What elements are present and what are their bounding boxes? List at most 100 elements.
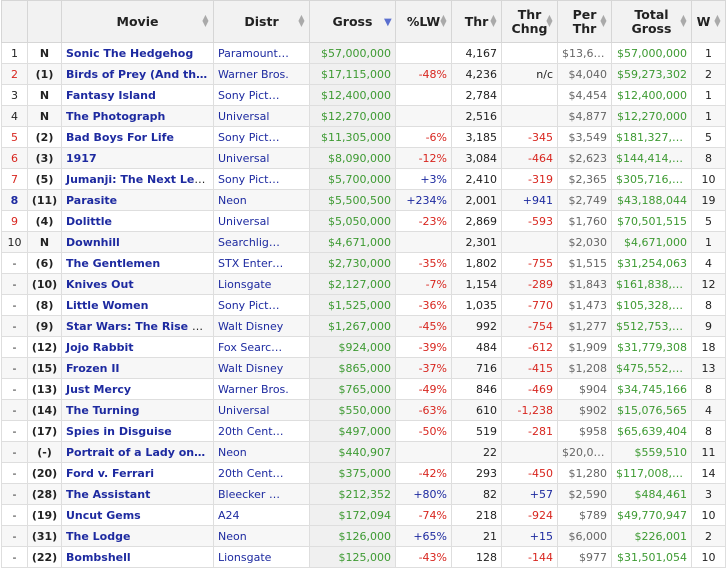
theaters-cell: 846 [451,378,502,400]
distributor-cell[interactable]: Universal [213,399,310,421]
movie-link[interactable]: Frozen II [66,362,120,375]
movie-link[interactable]: The Lodge [66,530,130,543]
movie-link[interactable]: The Gentlemen [66,257,160,270]
movie-link[interactable]: Bad Boys For Life [66,131,174,144]
movie-link[interactable]: Jojo Rabbit [66,341,133,354]
distributor-cell[interactable]: Sony Pict… [213,294,310,316]
distributor-cell[interactable]: 20th Cent… [213,420,310,442]
distributor-cell[interactable]: Neon [213,441,310,463]
distributor-cell[interactable]: Sony Pict… [213,84,310,106]
distributor-cell[interactable]: Walt Disney [213,315,310,337]
movie-cell: Star Wars: The Rise o… [61,315,214,337]
movie-header[interactable]: Movie ▲ ▼ [61,0,214,43]
lw-change-cell: -36% [395,294,452,316]
lw-change-cell: -45% [395,315,452,337]
theater-change-cell [501,84,558,106]
distributor-cell[interactable]: Warner Bros. [213,378,310,400]
sort-desc-active-icon[interactable]: ▼ [384,18,392,28]
distributor-cell[interactable]: Lionsgate [213,273,310,295]
movie-link[interactable]: 1917 [66,152,97,165]
per-theater-cell: $4,877 [557,105,612,127]
movie-link[interactable]: Star Wars: The Rise o… [66,320,210,333]
movie-link[interactable]: Dolittle [66,215,112,228]
distributor-cell[interactable]: Searchlig… [213,231,310,253]
table-row: - (17) Spies in Disguise 20th Cent… $497,000… [1,420,726,442]
movie-link[interactable]: The Photograph [66,110,165,123]
movie-cell: Little Women [61,294,214,316]
weeks-header[interactable]: W ▲ ▼ [691,0,726,43]
movie-link[interactable]: Sonic The Hedgehog [66,47,193,60]
movie-link[interactable]: Birds of Prey (And th… [66,68,207,81]
distributor-cell[interactable]: Universal [213,210,310,232]
distributor-cell[interactable]: Paramount… [213,42,310,64]
weeks-cell: 5 [691,210,726,232]
movie-link[interactable]: Portrait of a Lady on… [66,446,205,459]
distributor-cell[interactable]: Neon [213,525,310,547]
sort-arrows-icon[interactable]: ▲ ▼ [440,14,447,28]
gross-header-label: Gross [332,14,373,29]
movie-link[interactable]: The Turning [66,404,139,417]
movie-link[interactable]: Parasite [66,194,117,207]
movie-cell: Uncut Gems [61,504,214,526]
distributor-cell[interactable]: STX Enter… [213,252,310,274]
table-row: - (14) The Turning Universal $550,000 -63% 610… [1,399,726,421]
distributor-cell[interactable]: Universal [213,147,310,169]
theater-change-cell: -754 [501,315,558,337]
distributor-cell[interactable]: Warner Bros. [213,63,310,85]
thr-chng-header[interactable]: Thr Chng ▲ ▼ [501,0,558,43]
per-theater-cell: $1,277 [557,315,612,337]
total-gross-cell: $161,838,017 [611,273,692,295]
distributor-cell[interactable]: Neon [213,189,310,211]
movie-link[interactable]: The Assistant [66,488,150,501]
movie-link[interactable]: Just Mercy [66,383,131,396]
gross-cell: $5,700,000 [309,168,396,190]
sort-arrows-icon[interactable]: ▲ ▼ [202,14,209,28]
movie-link[interactable]: Fantasy Island [66,89,156,102]
lw-change-cell: -7% [395,273,452,295]
movie-link[interactable]: Jumanji: The Next Level [66,173,213,186]
distributor-cell[interactable]: 20th Cent… [213,462,310,484]
sort-arrows-icon[interactable]: ▲ ▼ [298,14,305,28]
distributor-cell[interactable]: Walt Disney [213,357,310,379]
per-thr-line2: Thr [572,20,597,36]
movie-link[interactable]: Ford v. Ferrari [66,467,154,480]
weeks-cell: 4 [691,399,726,421]
table-row: 1 N Sonic The Hedgehog Paramount… $57,000,00… [1,42,726,64]
movie-link[interactable]: Uncut Gems [66,509,141,522]
movie-cell: Bad Boys For Life [61,126,214,148]
distributor-cell[interactable]: Fox Searc… [213,336,310,358]
per-theater-cell: $6,000 [557,525,612,547]
distributor-cell[interactable]: Universal [213,105,310,127]
total-gross-cell: $4,671,000 [611,231,692,253]
theater-change-cell: n/c [501,63,558,85]
per-thr-header[interactable]: Per Thr ▲ ▼ [557,0,612,43]
distributor-cell[interactable]: Bleecker … [213,483,310,505]
theater-change-cell [501,105,558,127]
movie-link[interactable]: Downhill [66,236,120,249]
total-gross-cell: $512,753,363 [611,315,692,337]
sort-arrows-icon[interactable]: ▲ ▼ [490,14,497,28]
theater-change-cell: -464 [501,147,558,169]
movie-link[interactable]: Bombshell [66,551,131,564]
sort-arrows-icon[interactable]: ▲ ▼ [600,14,607,28]
thr-header[interactable]: Thr ▲ ▼ [451,0,502,43]
distr-header[interactable]: Distr ▲ ▼ [213,0,310,43]
movie-link[interactable]: Little Women [66,299,148,312]
sort-arrows-icon[interactable]: ▲ ▼ [680,14,687,28]
total-gross-cell: $144,414,984 [611,147,692,169]
lw-header[interactable]: %LW ▲ ▼ [395,0,452,43]
distributor-cell[interactable]: Sony Pict… [213,168,310,190]
movie-link[interactable]: Spies in Disguise [66,425,172,438]
distributor-cell[interactable]: A24 [213,504,310,526]
sort-arrows-icon[interactable]: ▲ ▼ [546,14,553,28]
total-gross-header[interactable]: Total Gross ▲ ▼ [611,0,692,43]
distributor-cell[interactable]: Sony Pict… [213,126,310,148]
movie-cell: Dolittle [61,210,214,232]
movie-link[interactable]: Knives Out [66,278,134,291]
gross-cell: $4,671,000 [309,231,396,253]
thr-chng-header-label: Thr Chng [512,7,548,36]
gross-header[interactable]: Gross ▼ [309,0,396,43]
sort-arrows-icon[interactable]: ▲ ▼ [714,14,721,28]
distributor-cell[interactable]: Lionsgate [213,546,310,568]
prev-rank-cell: (15) [27,357,62,379]
